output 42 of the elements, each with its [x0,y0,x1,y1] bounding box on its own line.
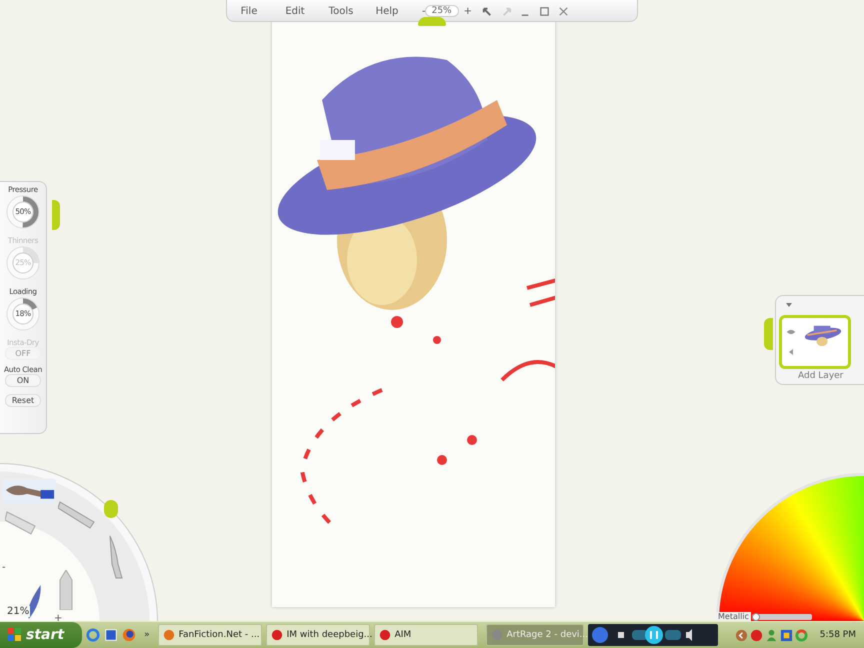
reset-button[interactable]: Reset [5,394,41,407]
windows-flag-icon [8,628,22,642]
start-button[interactable]: start [0,622,82,648]
metallic-slider[interactable] [752,614,812,620]
metallic-label: Metallic [716,612,751,621]
menu-item[interactable]: Help [365,6,409,16]
overflow-button[interactable]: » [144,630,150,640]
panel-handle[interactable] [764,318,773,350]
paintbrush-icon[interactable] [2,478,56,504]
app-icon[interactable] [780,628,793,642]
taskbar-button[interactable]: IM with deepbeig... [266,624,370,646]
chevron-icon[interactable] [734,628,748,642]
app-icon [270,629,283,641]
panel-handle[interactable] [418,17,446,26]
person-icon[interactable] [764,628,778,642]
size-increase-button[interactable]: + [54,613,62,621]
media-player-controls[interactable] [588,624,718,646]
layer-item[interactable] [779,315,851,369]
toggle-button[interactable]: ON [5,374,41,387]
taskbar-button[interactable]: FanFiction.Net - ... [158,624,262,646]
taskbar-button[interactable]: AIM [374,624,478,646]
clock: 5:58 PM [820,630,856,640]
document-icon[interactable] [104,628,118,642]
menu-item[interactable]: File [227,6,271,16]
ring-icon[interactable] [794,628,808,642]
zoom-in-button[interactable]: + [460,6,476,16]
caret-icon[interactable] [787,348,795,356]
menu-item[interactable]: Tools [319,6,363,16]
add-layer-button[interactable]: Add Layer [798,371,844,381]
zoom-field[interactable]: 25% [424,5,459,17]
globe-icon[interactable] [122,628,136,642]
close-icon[interactable] [557,4,570,18]
app-icon [378,629,391,641]
menu-item[interactable]: Edit [273,6,317,16]
brush-size-label: 21% [6,606,30,617]
eye-icon[interactable] [786,328,796,336]
app-icon [490,629,503,641]
panel-handle[interactable] [104,500,118,518]
app-icon [162,629,175,641]
panel-handle[interactable] [52,200,60,230]
size-decrease-button[interactable]: - [2,562,6,573]
maximize-icon[interactable] [538,4,552,18]
